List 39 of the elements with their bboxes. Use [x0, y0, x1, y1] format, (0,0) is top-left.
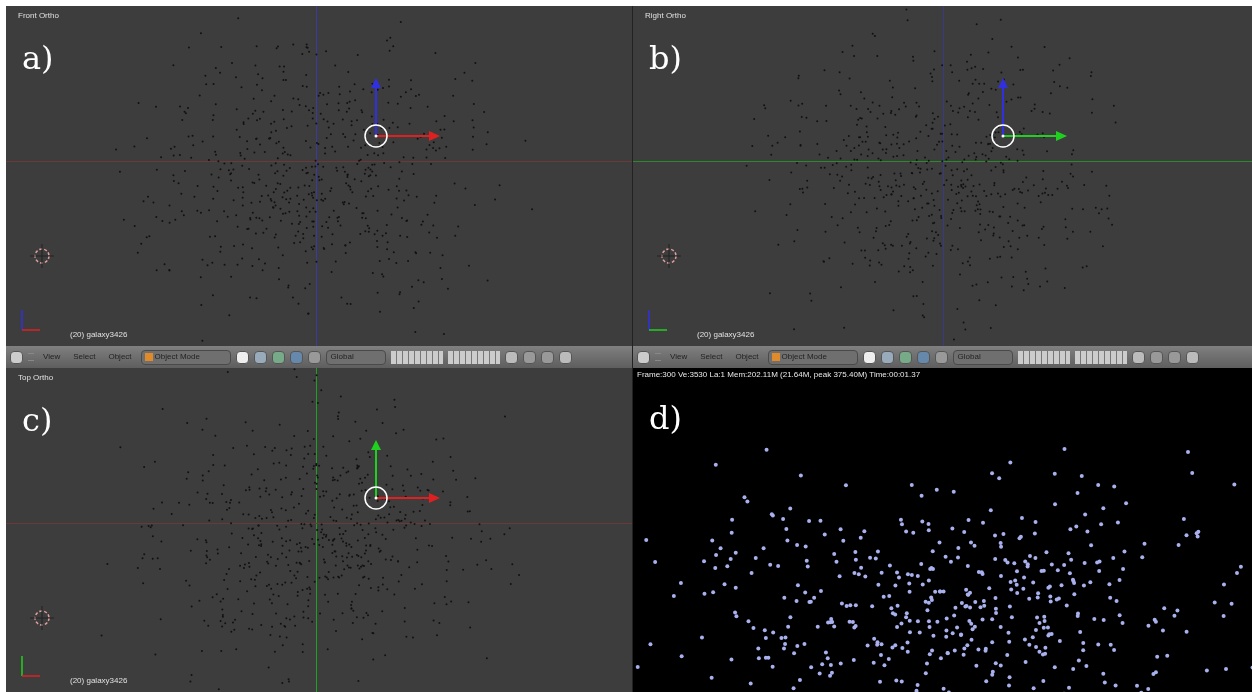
mode-dropdown[interactable]: Object Mode — [140, 349, 231, 365]
grip-icon — [655, 353, 661, 361]
crosshair-icon — [30, 244, 54, 268]
layer-grid-icon[interactable] — [447, 350, 500, 364]
layer-grid-icon[interactable] — [1017, 350, 1070, 364]
menu-item[interactable]: Object — [731, 351, 763, 363]
axis-icon — [20, 654, 42, 678]
cube-icon — [771, 353, 780, 361]
grip-icon — [28, 353, 34, 361]
panel-label: a) — [22, 42, 54, 74]
layer-grid-icon[interactable] — [390, 350, 443, 364]
menu-item[interactable]: Object — [104, 351, 136, 363]
cube-icon — [144, 353, 153, 361]
axis-icon — [20, 308, 42, 332]
object-label: (20) galaxy3426 — [70, 675, 128, 687]
view-title: Right Ortho — [645, 10, 686, 22]
shading-icon[interactable] — [862, 350, 876, 364]
object-label: (20) galaxy3426 — [697, 329, 755, 341]
panel-label: b) — [649, 42, 682, 74]
panel-label: c) — [22, 404, 53, 436]
menu-item[interactable]: Select — [69, 351, 100, 363]
menu-item[interactable]: View — [666, 351, 692, 363]
view-type-icon[interactable] — [637, 350, 650, 364]
view-type-icon[interactable] — [10, 350, 23, 364]
render-stats: Frame:300 Ve:3530 La:1 Mem:202.11M (21.64M, peak 375.40M) Time:00:01.37 — [637, 369, 921, 381]
menu-item[interactable]: View — [39, 351, 65, 363]
mode-dropdown[interactable]: Object Mode — [767, 349, 858, 365]
crosshair-icon — [657, 244, 681, 268]
orientation-dropdown[interactable]: Global — [952, 349, 1013, 365]
crosshair-icon — [30, 606, 54, 630]
shading-icon[interactable] — [235, 350, 249, 364]
menu-item[interactable]: Select — [696, 351, 727, 363]
object-label: (20) galaxy3426 — [70, 329, 128, 341]
orientation-dropdown[interactable]: Global — [325, 349, 386, 365]
layer-grid-icon[interactable] — [1074, 350, 1127, 364]
panel-label: d) — [649, 402, 682, 434]
axis-icon — [647, 308, 669, 332]
view-title: Top Ortho — [18, 372, 54, 384]
view-title: Front Ortho — [18, 10, 59, 22]
